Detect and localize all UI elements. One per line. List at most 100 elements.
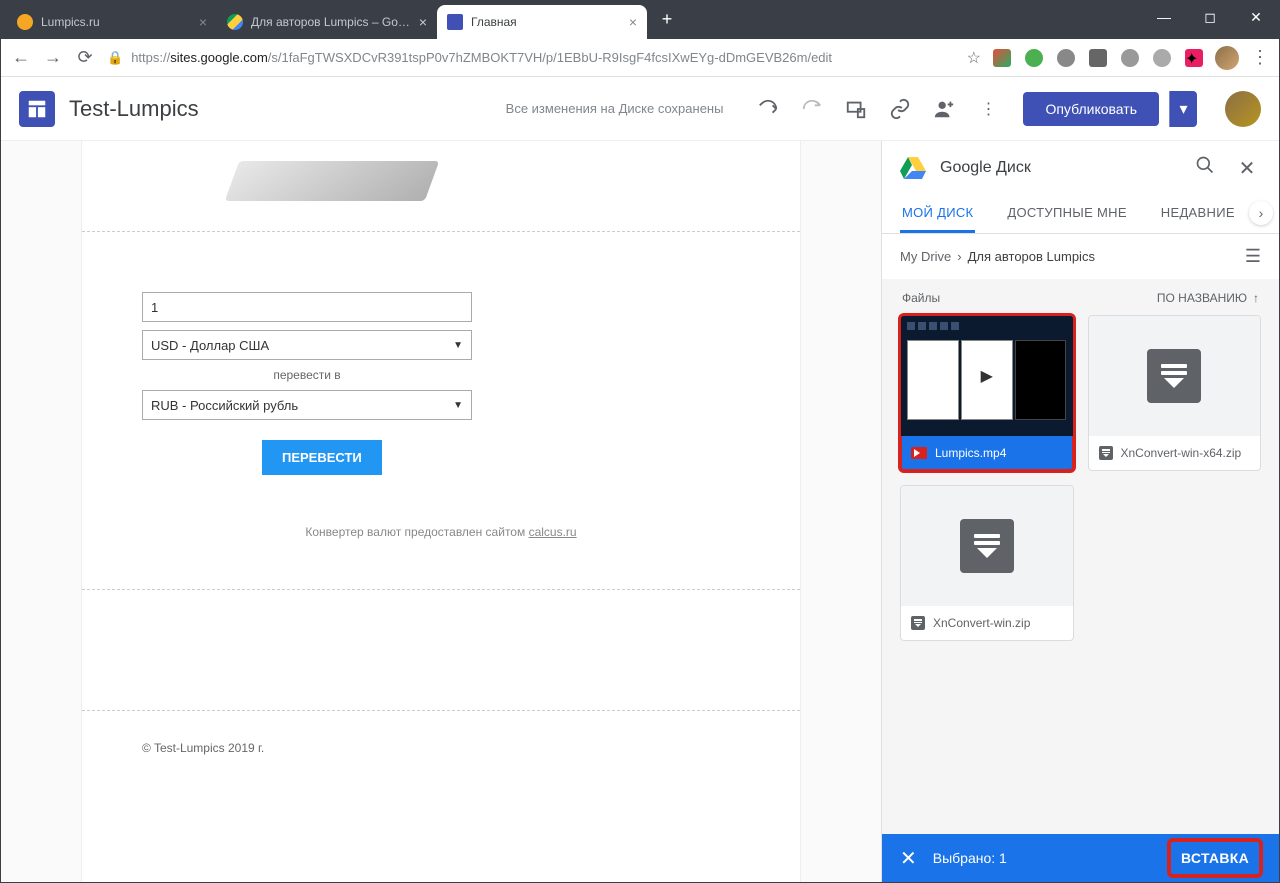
close-icon[interactable]: × xyxy=(199,14,207,30)
sites-logo-icon[interactable] xyxy=(19,91,55,127)
preview-button[interactable] xyxy=(845,98,867,120)
close-icon[interactable]: ✕ xyxy=(1233,156,1261,181)
crumb-current[interactable]: Для авторов Lumpics xyxy=(968,249,1095,264)
window-controls: ― ◻ ✕ xyxy=(1141,1,1279,33)
list-view-icon[interactable]: ☰ xyxy=(1245,246,1261,267)
browser-titlebar: Lumpics.ru × Для авторов Lumpics – Googl… xyxy=(1,1,1279,39)
forward-button[interactable]: → xyxy=(43,48,63,68)
page-content: 1 USD - Доллар США▼ перевести в RUB - Ро… xyxy=(81,141,801,882)
extension-icon[interactable] xyxy=(1057,49,1075,67)
extension-icon[interactable] xyxy=(1153,49,1171,67)
file-name: XnConvert-win.zip xyxy=(933,616,1030,630)
file-name-row: Lumpics.mp4 xyxy=(901,436,1073,470)
tab-shared[interactable]: ДОСТУПНЫЕ МНЕ xyxy=(1005,195,1128,233)
drive-header: Google Диск ✕ xyxy=(882,141,1279,195)
currency-converter: 1 USD - Доллар США▼ перевести в RUB - Ро… xyxy=(142,292,740,539)
sort-button[interactable]: ПО НАЗВАНИЮ↑ xyxy=(1157,291,1259,305)
maximize-button[interactable]: ◻ xyxy=(1187,1,1233,33)
minimize-button[interactable]: ― xyxy=(1141,1,1187,33)
save-status: Все изменения на Диске сохранены xyxy=(506,101,724,116)
publish-dropdown[interactable]: ▾ xyxy=(1169,91,1197,127)
divider xyxy=(82,589,800,590)
new-tab-button[interactable]: + xyxy=(653,5,681,33)
address-bar: ← → ⟳ 🔒 https://sites.google.com/s/1faFg… xyxy=(1,39,1279,77)
selection-count: Выбрано: 1 xyxy=(933,850,1153,866)
file-card-archive[interactable]: XnConvert-win.zip xyxy=(900,485,1074,641)
files-label: Файлы xyxy=(902,291,940,305)
archive-file-icon xyxy=(1099,446,1113,460)
chevron-right-icon[interactable]: › xyxy=(1249,201,1273,225)
chevron-down-icon: ▼ xyxy=(453,400,463,411)
drive-title: Google Диск xyxy=(940,159,1177,177)
convert-button[interactable]: ПЕРЕВЕСТИ xyxy=(262,440,382,475)
amount-input[interactable]: 1 xyxy=(142,292,472,322)
calcus-link[interactable]: calcus.ru xyxy=(529,525,577,539)
tab-favicon xyxy=(447,14,463,30)
insert-button[interactable]: ВСТАВКА xyxy=(1169,840,1261,876)
crumb-sep: › xyxy=(957,249,961,264)
extension-icon[interactable]: ✦ xyxy=(1185,49,1203,67)
file-card-video[interactable]: ▶ Lumpics.mp4 xyxy=(900,315,1074,471)
drive-picker-panel: Google Диск ✕ МОЙ ДИСК ДОСТУПНЫЕ МНЕ НЕД… xyxy=(881,141,1279,882)
publish-button[interactable]: Опубликовать xyxy=(1023,92,1159,126)
browser-tab-2[interactable]: Для авторов Lumpics – Google Д × xyxy=(217,5,437,39)
reload-button[interactable]: ⟳ xyxy=(75,48,95,68)
crumb-root[interactable]: My Drive xyxy=(900,249,951,264)
more-button[interactable]: ⋮ xyxy=(977,98,999,120)
star-icon[interactable]: ☆ xyxy=(967,48,981,68)
files-section: Файлы ПО НАЗВАНИЮ↑ ▶ Lumpics.mp4 xyxy=(882,279,1279,834)
divider xyxy=(82,710,800,711)
close-button[interactable]: ✕ xyxy=(1233,1,1279,33)
close-icon[interactable]: × xyxy=(419,14,427,30)
extension-icon[interactable] xyxy=(1089,49,1107,67)
share-button[interactable] xyxy=(933,98,955,120)
browser-tab-3[interactable]: Главная × xyxy=(437,5,647,39)
tab-my-drive[interactable]: МОЙ ДИСК xyxy=(900,195,975,233)
convert-label: перевести в xyxy=(142,368,472,382)
tab-recent[interactable]: НЕДАВНИЕ xyxy=(1159,195,1237,233)
editor-canvas[interactable]: 1 USD - Доллар США▼ перевести в RUB - Ро… xyxy=(1,141,881,882)
breadcrumb: My Drive › Для авторов Lumpics ☰ xyxy=(882,234,1279,279)
lock-icon: 🔒 xyxy=(107,50,123,66)
extension-icon[interactable] xyxy=(993,49,1011,67)
from-currency-select[interactable]: USD - Доллар США▼ xyxy=(142,330,472,360)
archive-thumbnail xyxy=(1089,316,1261,436)
url-path: /s/1faFgTWSXDCvR391tspP0v7hZMBOKT7VH/p/1… xyxy=(268,50,832,65)
back-button[interactable]: ← xyxy=(11,48,31,68)
drive-tabs: МОЙ ДИСК ДОСТУПНЫЕ МНЕ НЕДАВНИЕ › xyxy=(882,195,1279,234)
extension-icon[interactable] xyxy=(1025,49,1043,67)
profile-avatar[interactable] xyxy=(1215,46,1239,70)
selection-bar: ✕ Выбрано: 1 ВСТАВКА xyxy=(882,834,1279,882)
url-box[interactable]: 🔒 https://sites.google.com/s/1faFgTWSXDC… xyxy=(107,50,955,66)
tab-title: Главная xyxy=(471,15,621,29)
close-icon[interactable]: × xyxy=(629,14,637,30)
file-name-row: XnConvert-win.zip xyxy=(901,606,1073,640)
file-name: Lumpics.mp4 xyxy=(935,446,1006,460)
divider xyxy=(82,231,800,232)
video-thumbnail: ▶ xyxy=(901,316,1073,436)
tab-favicon xyxy=(17,14,33,30)
arrow-up-icon: ↑ xyxy=(1253,291,1259,305)
to-currency-select[interactable]: RUB - Российский рубль▼ xyxy=(142,390,472,420)
search-icon[interactable] xyxy=(1191,155,1219,181)
undo-button[interactable] xyxy=(757,98,779,120)
account-avatar[interactable] xyxy=(1225,91,1261,127)
tab-title: Lumpics.ru xyxy=(41,15,191,29)
site-title-input[interactable]: Test-Lumpics xyxy=(69,96,199,122)
clear-selection-button[interactable]: ✕ xyxy=(900,846,917,871)
tab-favicon xyxy=(227,14,243,30)
archive-thumbnail xyxy=(901,486,1073,606)
link-button[interactable] xyxy=(889,98,911,120)
menu-button[interactable]: ⋮ xyxy=(1251,47,1269,68)
file-name: XnConvert-win-x64.zip xyxy=(1121,446,1242,460)
file-card-archive[interactable]: XnConvert-win-x64.zip xyxy=(1088,315,1262,471)
file-name-row: XnConvert-win-x64.zip xyxy=(1089,436,1261,470)
extension-icon[interactable] xyxy=(1121,49,1139,67)
browser-tabs: Lumpics.ru × Для авторов Lumpics – Googl… xyxy=(7,5,681,39)
drive-logo-icon xyxy=(900,157,926,179)
archive-icon xyxy=(1147,349,1201,403)
play-icon: ▶ xyxy=(965,354,1009,398)
url-host: sites.google.com xyxy=(170,50,268,65)
browser-tab-1[interactable]: Lumpics.ru × xyxy=(7,5,217,39)
redo-button[interactable] xyxy=(801,98,823,120)
